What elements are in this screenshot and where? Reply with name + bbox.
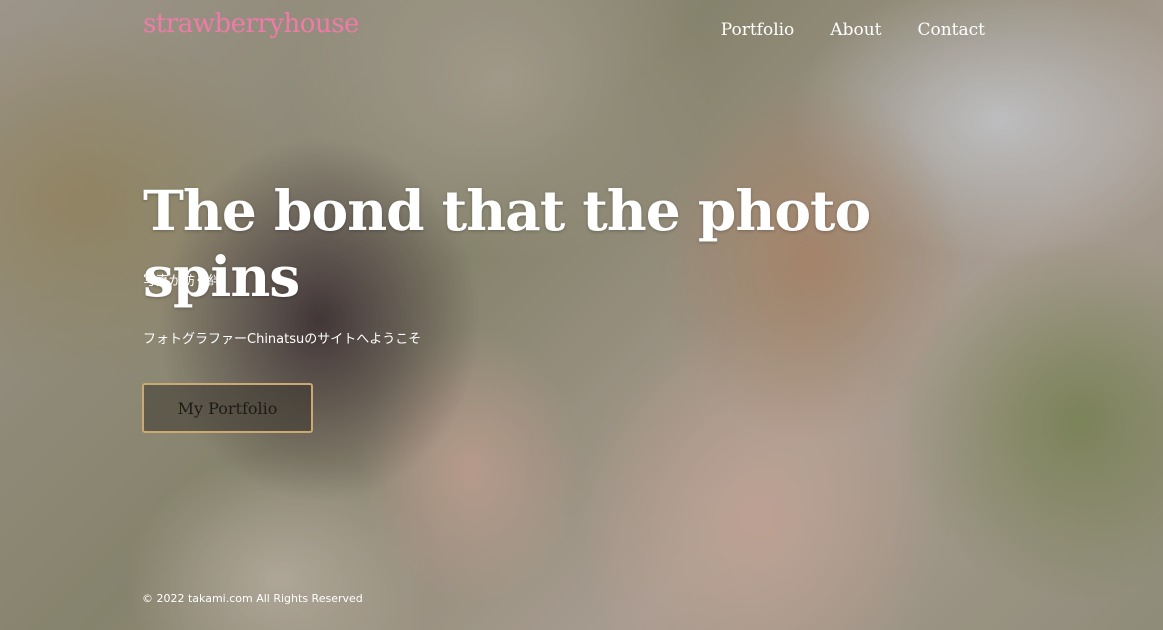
hero-subtitle: 写真が紡ぐ絆 <box>143 274 222 289</box>
hero-overlay <box>0 0 1163 630</box>
footer-copyright: © 2022 takami.com All Rights Reserved <box>142 592 363 605</box>
main-nav: Portfolio About Contact <box>721 20 985 40</box>
hero-headline: The bond that the photo spins <box>143 178 871 309</box>
nav-link-contact[interactable]: Contact <box>917 20 985 40</box>
site-logo[interactable]: strawberryhouse <box>143 9 359 39</box>
hero-text-block: The bond that the photo spins <box>143 178 1043 310</box>
my-portfolio-button[interactable]: My Portfolio <box>142 383 313 433</box>
nav-link-portfolio[interactable]: Portfolio <box>721 20 795 40</box>
welcome-text: フォトグラファーChinatsuのサイトへようこそ <box>143 332 422 347</box>
site-header: strawberryhouse Portfolio About Contact <box>0 0 1163 60</box>
nav-link-about[interactable]: About <box>830 20 881 40</box>
